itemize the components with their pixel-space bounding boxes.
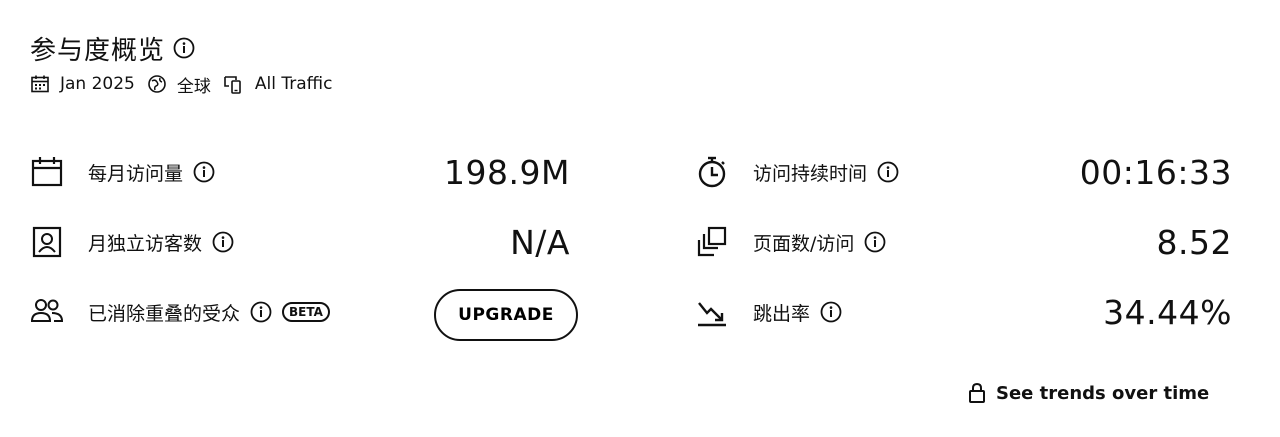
- info-icon[interactable]: [173, 37, 195, 59]
- metric-pages-per-visit: 页面数/访问 8.52: [695, 212, 1232, 272]
- people-icon: [30, 295, 64, 329]
- pages-per-visit-value: 8.52: [1156, 222, 1232, 262]
- metric-label: 访问持续时间: [753, 159, 899, 186]
- monthly-visits-value: 198.9M: [444, 152, 570, 192]
- pages-per-visit-label: 页面数/访问: [753, 232, 855, 255]
- metric-label: 跳出率: [753, 299, 842, 326]
- info-icon[interactable]: [864, 231, 886, 253]
- filter-bar: Jan 2025 全球 All Traffic: [30, 68, 344, 100]
- traffic-filter[interactable]: All Traffic: [223, 74, 333, 94]
- metric-dedup-audience: 已消除重叠的受众 BETA UPGRADE: [30, 282, 578, 342]
- info-icon[interactable]: [212, 231, 234, 253]
- upgrade-button[interactable]: UPGRADE: [434, 289, 578, 341]
- globe-icon: [148, 75, 166, 93]
- metric-label: 已消除重叠的受众 BETA: [88, 299, 330, 326]
- region-filter[interactable]: 全球: [147, 72, 211, 97]
- calendar-icon: [30, 155, 64, 189]
- traffic-filter-label: All Traffic: [254, 74, 333, 94]
- bounce-rate-value: 34.44%: [1103, 292, 1232, 332]
- user-card-icon: [30, 225, 64, 259]
- date-filter[interactable]: Jan 2025: [30, 74, 135, 94]
- metric-label: 页面数/访问: [753, 229, 886, 256]
- unique-visitors-label: 月独立访客数: [88, 232, 203, 255]
- metric-visit-duration: 访问持续时间 00:16:33: [695, 142, 1232, 202]
- calendar-small-icon: [31, 75, 49, 93]
- metric-monthly-visits: 每月访问量 198.9M: [30, 142, 570, 202]
- region-filter-label: 全球: [176, 76, 211, 97]
- see-trends-label: See trends over time: [996, 382, 1210, 404]
- info-icon[interactable]: [820, 301, 842, 323]
- bounce-rate-label: 跳出率: [753, 302, 811, 325]
- metric-label: 月独立访客数: [88, 229, 234, 256]
- see-trends-link[interactable]: See trends over time: [968, 378, 1209, 408]
- metric-unique-visitors: 月独立访客数 N/A: [30, 212, 570, 272]
- visit-duration-label: 访问持续时间: [753, 162, 868, 185]
- devices-icon: [224, 76, 241, 94]
- info-icon[interactable]: [877, 161, 899, 183]
- beta-badge: BETA: [282, 302, 330, 322]
- date-filter-label: Jan 2025: [60, 74, 135, 94]
- info-icon[interactable]: [250, 301, 272, 323]
- monthly-visits-label: 每月访问量: [88, 162, 184, 185]
- bounce-arrow-icon: [695, 295, 729, 329]
- dedup-audience-label: 已消除重叠的受众: [88, 302, 241, 325]
- lock-icon: [969, 382, 985, 403]
- metric-label: 每月访问量: [88, 159, 215, 186]
- info-icon[interactable]: [193, 161, 215, 183]
- page-title: 参与度概览: [30, 35, 166, 66]
- visit-duration-value: 00:16:33: [1079, 152, 1232, 192]
- stacked-pages-icon: [695, 225, 729, 259]
- stopwatch-icon: [695, 155, 729, 189]
- unique-visitors-value: N/A: [510, 222, 570, 262]
- engagement-header: 参与度概览 Jan 2025 全球 All Traffic: [30, 30, 344, 100]
- metric-bounce-rate: 跳出率 34.44%: [695, 282, 1232, 342]
